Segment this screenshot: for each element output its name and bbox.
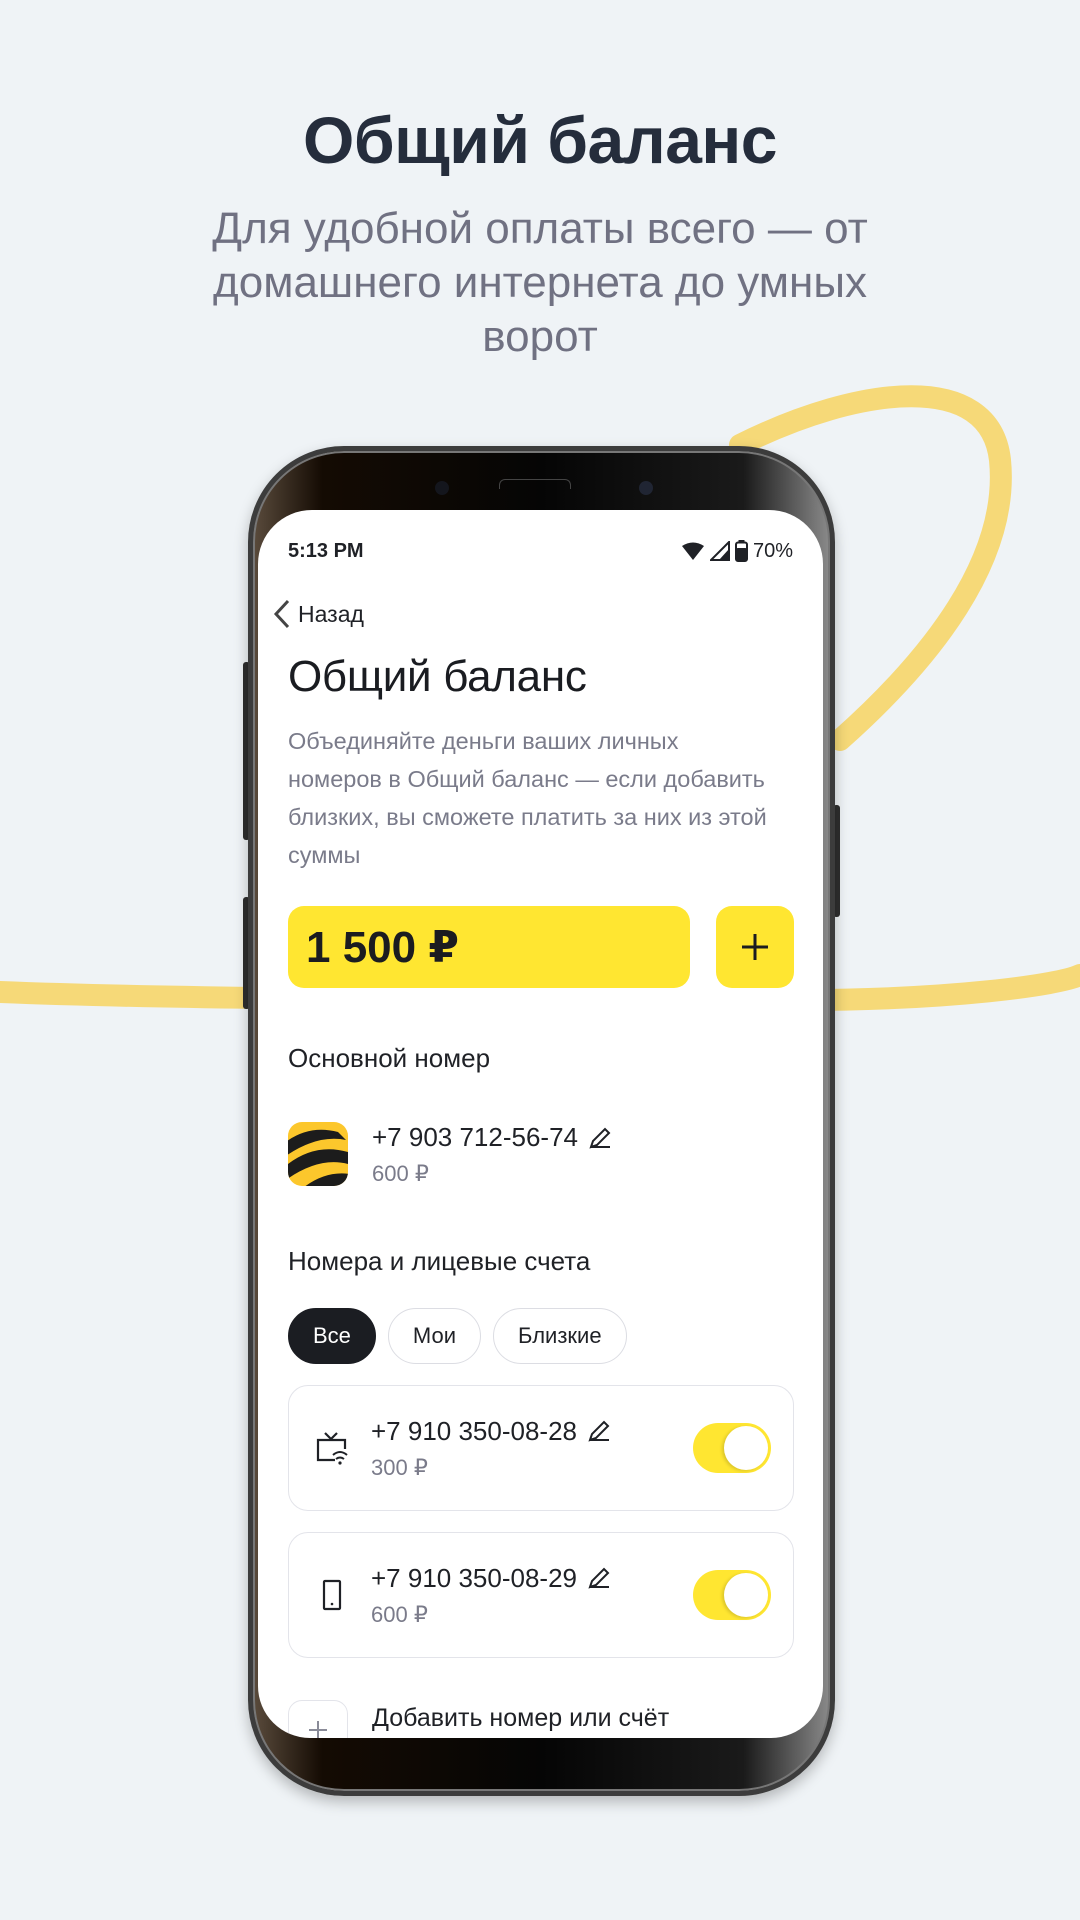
toggle-knob <box>724 1573 768 1617</box>
account-card[interactable]: +7 910 350-08-28 300 ₽ <box>288 1385 794 1511</box>
account-phone: +7 910 350-08-29 <box>371 1562 578 1593</box>
smartphone-icon <box>322 1579 342 1611</box>
add-account-button[interactable] <box>288 1700 348 1738</box>
chevron-left-icon <box>273 599 290 629</box>
toggle-knob <box>724 1426 768 1470</box>
filter-relatives[interactable]: Близкие <box>493 1308 627 1364</box>
beeline-logo-icon <box>288 1122 348 1186</box>
plus-icon <box>742 934 768 960</box>
plus-icon <box>309 1721 327 1738</box>
add-account-row[interactable]: Добавить номер или счёт <box>288 1700 669 1738</box>
main-number-amount: 600 ₽ <box>372 1161 429 1186</box>
main-number-phone: +7 903 712-56-74 <box>372 1122 579 1152</box>
filter-mine[interactable]: Мои <box>387 1308 482 1364</box>
status-time: 5:13 PM <box>288 539 364 562</box>
promo-subtitle: Для удобной оплаты всего — от домашнего … <box>212 204 868 361</box>
signal-icon <box>709 541 730 561</box>
accounts-heading: Номера и лицевые счета <box>288 1246 591 1276</box>
account-card[interactable]: +7 910 350-08-29 600 ₽ <box>288 1532 794 1658</box>
top-up-button[interactable] <box>716 906 794 988</box>
add-account-label: Добавить номер или счёт <box>372 1704 670 1732</box>
battery-level: 70% <box>752 539 793 562</box>
main-number-heading: Основной номер <box>288 1043 491 1073</box>
account-toggle[interactable] <box>693 1423 771 1473</box>
account-amount: 300 ₽ <box>371 1454 428 1480</box>
pencil-icon[interactable] <box>587 1419 611 1443</box>
filter-all[interactable]: Все <box>288 1308 376 1364</box>
page-title: Общий баланс <box>288 652 587 701</box>
pencil-icon[interactable] <box>588 1126 612 1150</box>
back-label: Назад <box>298 600 364 627</box>
back-button[interactable]: Назад <box>272 598 364 630</box>
pencil-icon[interactable] <box>587 1566 611 1590</box>
status-bar: 5:13 PM 70% <box>288 536 793 566</box>
phone-screen: 5:13 PM 70% Назад Общий баланс Объединяй… <box>258 510 823 1738</box>
account-amount: 600 ₽ <box>371 1601 428 1627</box>
account-toggle[interactable] <box>693 1570 771 1620</box>
main-number-row[interactable]: +7 903 712-56-74 600 ₽ <box>288 1122 612 1187</box>
filter-chips: Все Мои Близкие <box>288 1308 627 1364</box>
speaker-grille <box>499 479 571 489</box>
page-description: Объединяйте деньги ваших личных номеров … <box>288 728 767 868</box>
balance-amount[interactable]: 1 500 ₽ <box>288 906 690 988</box>
wifi-icon <box>681 542 704 560</box>
account-phone: +7 910 350-08-28 <box>371 1415 578 1446</box>
promo-title: Общий баланс <box>303 103 777 177</box>
sensor-dot <box>435 481 449 495</box>
front-camera <box>639 481 653 495</box>
battery-icon <box>734 540 748 562</box>
tv-wifi-icon <box>316 1432 348 1465</box>
